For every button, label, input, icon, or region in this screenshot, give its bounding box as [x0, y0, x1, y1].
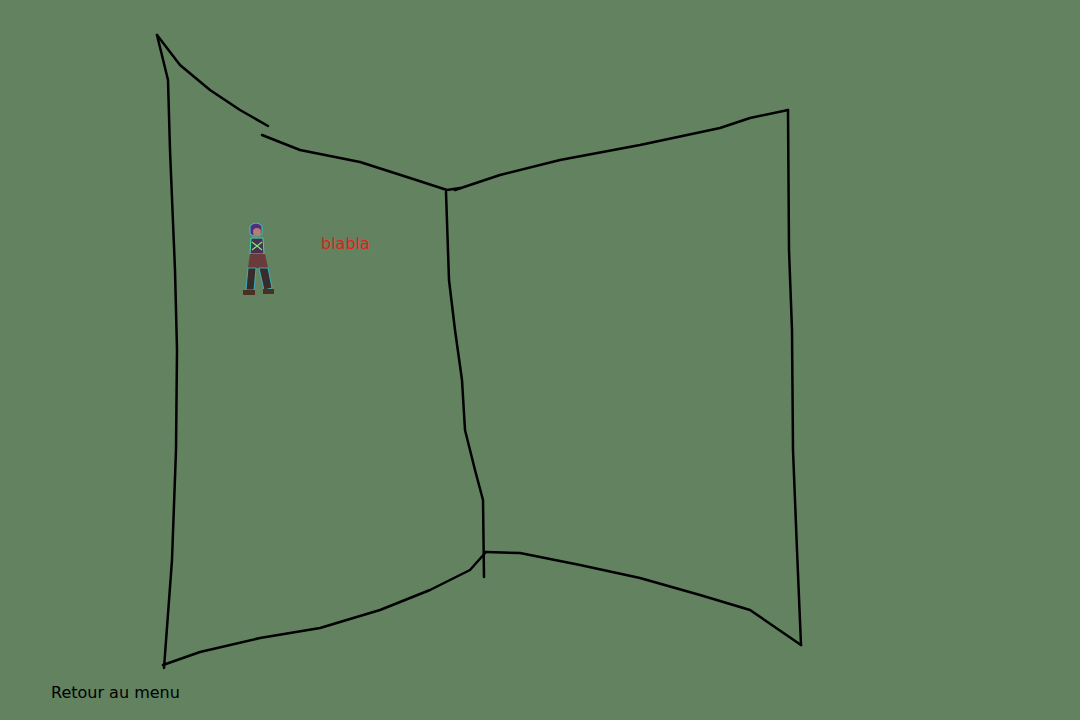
game-stage: blabla Retour au menu — [0, 0, 1080, 720]
room-sketch — [0, 0, 1080, 720]
player-character[interactable] — [236, 220, 278, 300]
speech-text: blabla — [321, 234, 370, 254]
back-to-menu-link[interactable]: Retour au menu — [51, 683, 180, 703]
